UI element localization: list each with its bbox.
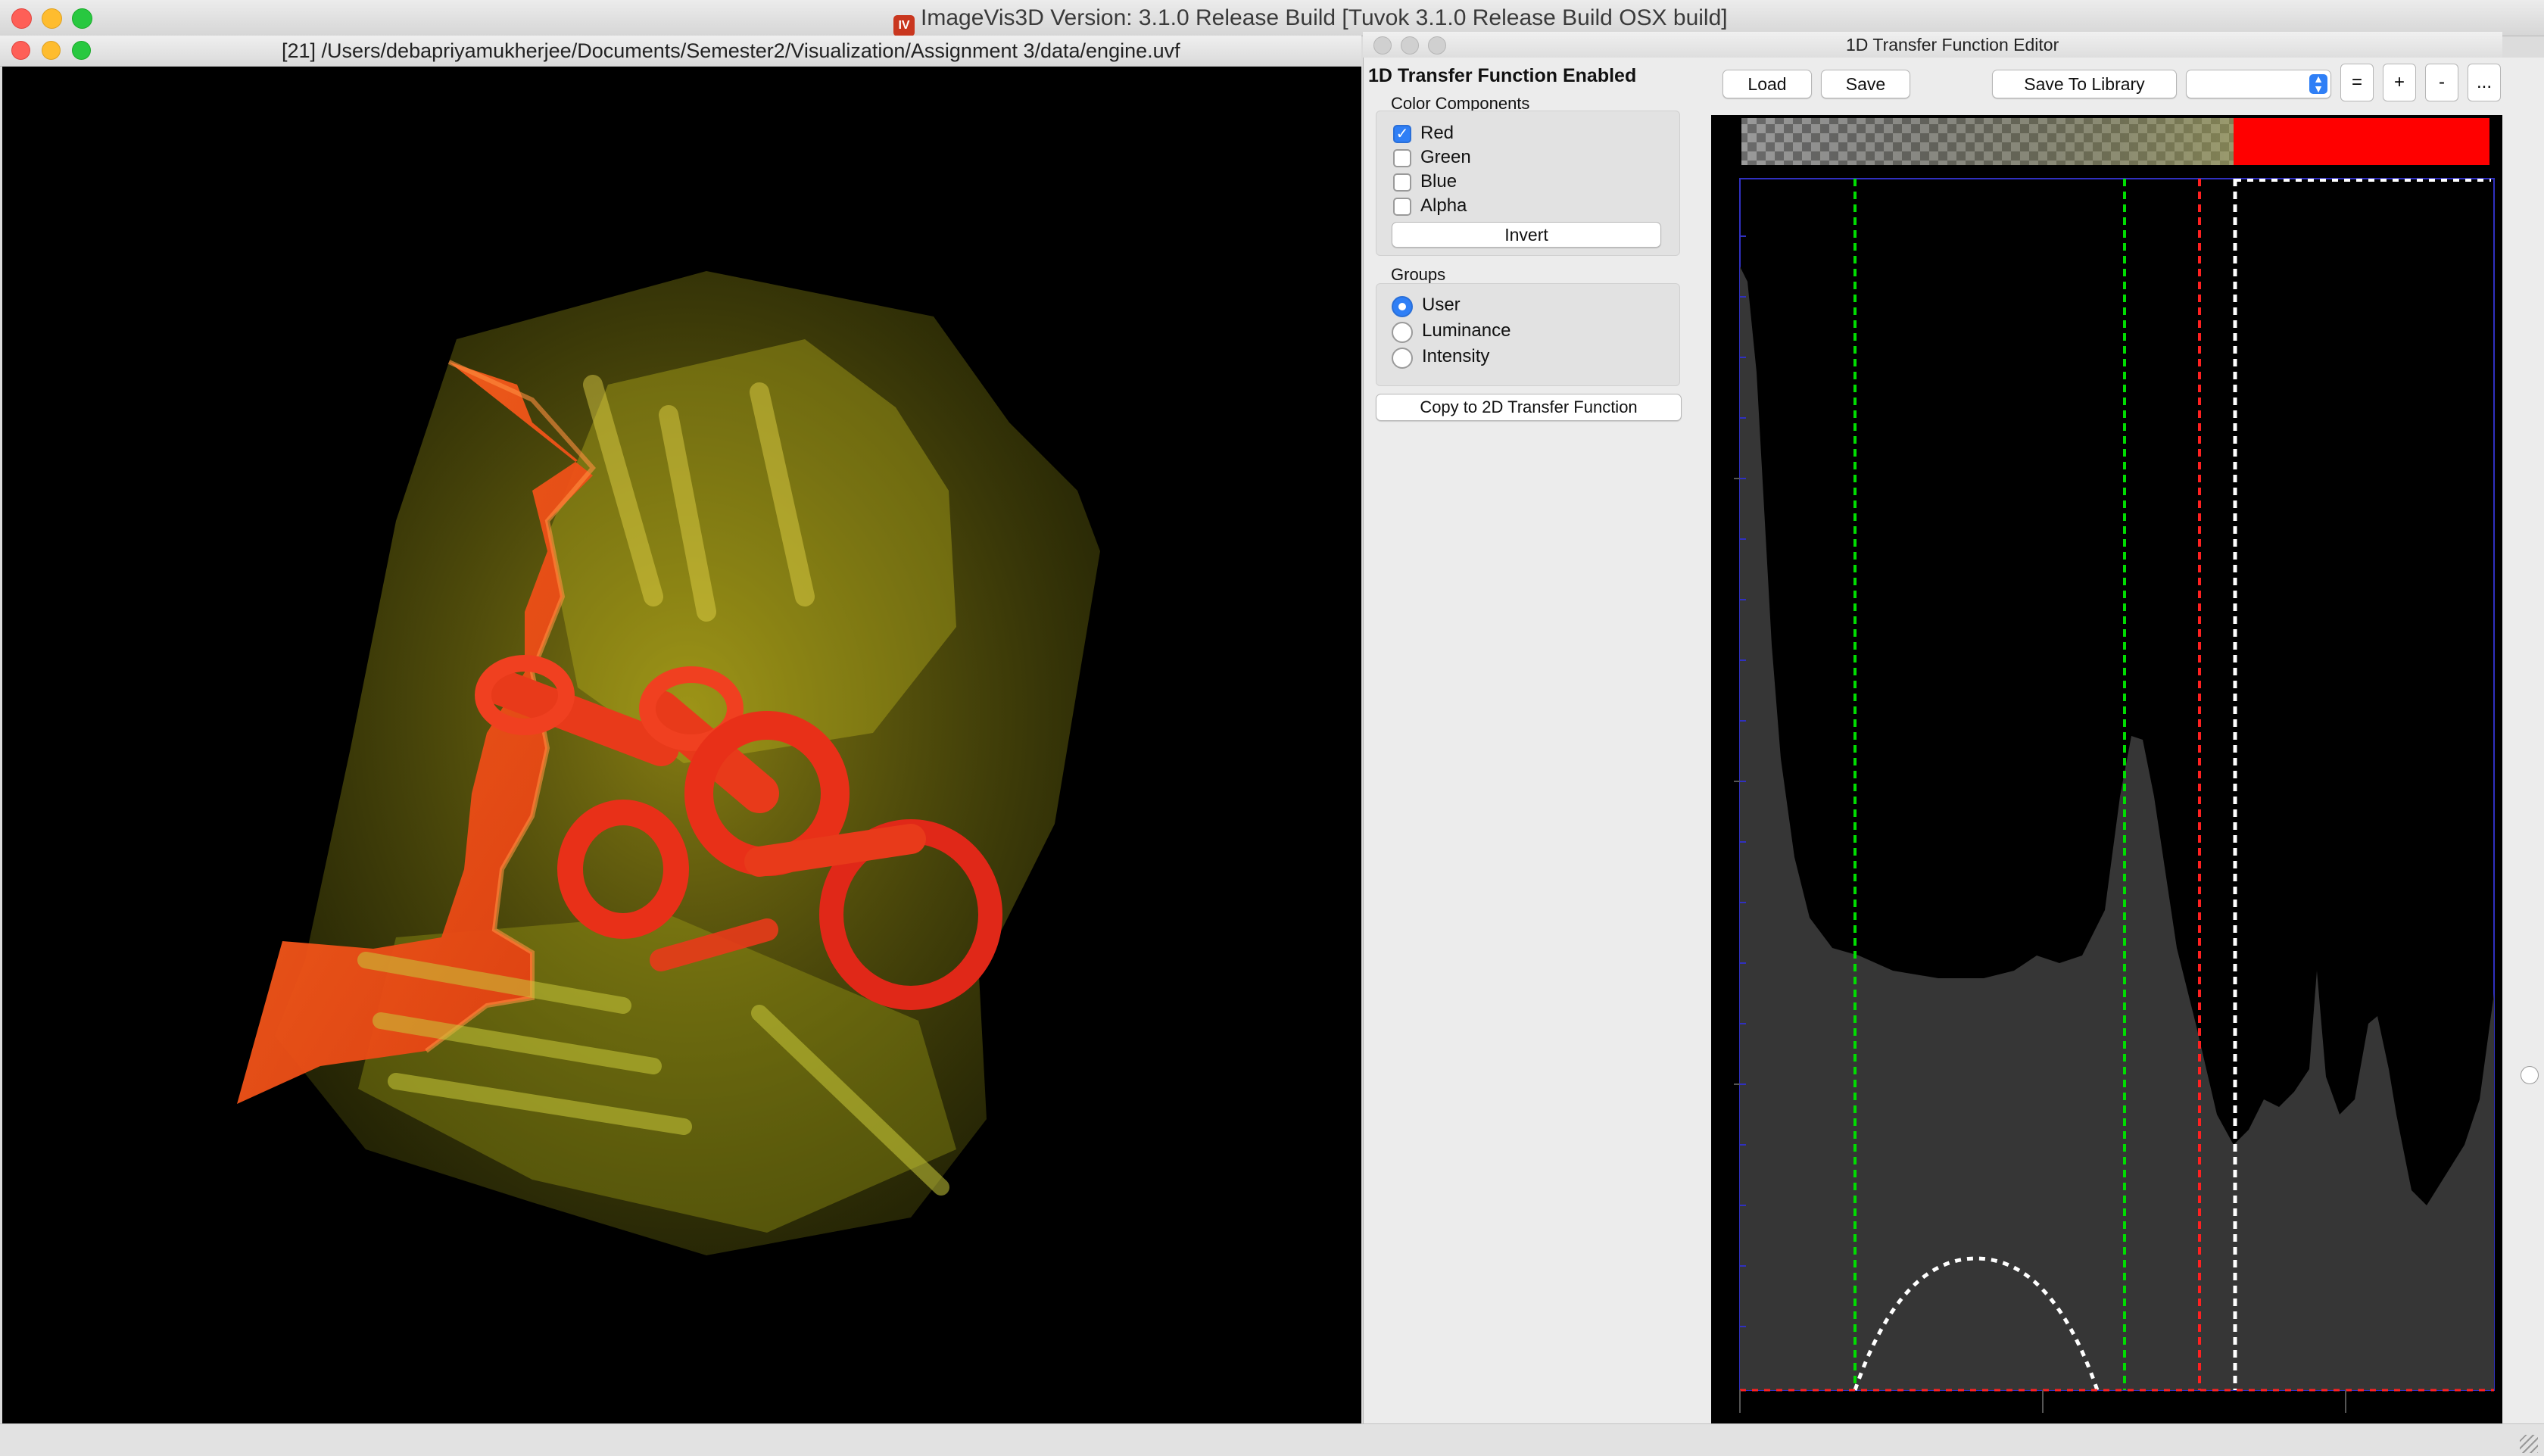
resize-handle-icon[interactable] — [2521, 1066, 2539, 1084]
editor-minimize-button[interactable] — [1401, 36, 1419, 55]
groups-group: User Luminance Intensity — [1376, 283, 1680, 386]
close-window-button[interactable] — [11, 8, 32, 29]
blue-checkbox[interactable] — [1393, 173, 1411, 192]
app-title: IV ImageVis3D Version: 3.1.0 Release Buil… — [893, 0, 1728, 36]
user-label: User — [1422, 295, 1461, 315]
plus-button[interactable]: + — [2383, 64, 2416, 101]
color-components-group: ✓ Red Green Blue Alpha Invert — [1376, 111, 1680, 256]
equal-button[interactable]: = — [2340, 64, 2374, 101]
red-checkbox[interactable]: ✓ — [1393, 125, 1411, 143]
transfer-function-canvas[interactable] — [1711, 115, 2506, 1423]
render-window-titlebar: [21] /Users/debapriyamukherjee/Documents… — [0, 36, 1361, 67]
save-button[interactable]: Save — [1821, 70, 1910, 98]
intensity-histogram — [1740, 267, 2494, 1390]
intensity-radio[interactable] — [1392, 348, 1413, 369]
editor-right-margin — [2502, 58, 2544, 1423]
minus-button[interactable]: - — [2425, 64, 2458, 101]
tf-colorbar-tint — [1741, 118, 2234, 165]
red-label: Red — [1420, 123, 1454, 143]
window-resize-grip-icon[interactable] — [2520, 1435, 2538, 1453]
save-to-library-button[interactable]: Save To Library — [1992, 70, 2177, 98]
load-button[interactable]: Load — [1722, 70, 1812, 98]
render-zoom-button[interactable] — [72, 41, 91, 60]
alpha-label: Alpha — [1420, 195, 1467, 216]
luminance-radio[interactable] — [1392, 322, 1413, 343]
render-close-button[interactable] — [11, 41, 30, 60]
tf-editor-title: 1D Transfer Function Editor — [1846, 35, 2059, 55]
volume-render-view[interactable] — [2, 67, 1361, 1423]
more-button[interactable]: ... — [2468, 64, 2501, 101]
tf-status-label: 1D Transfer Function Enabled — [1368, 65, 1637, 86]
select-chevron-icon: ▲ ▼ — [2309, 73, 2327, 94]
editor-close-button[interactable] — [1373, 36, 1392, 55]
editor-zoom-button[interactable] — [1428, 36, 1446, 55]
minimize-window-button[interactable] — [42, 8, 62, 29]
status-bar — [0, 1423, 2544, 1456]
render-minimize-button[interactable] — [42, 41, 61, 60]
library-select[interactable]: ▲ ▼ — [2186, 70, 2331, 98]
tf-colorbar-red-region — [2234, 118, 2489, 165]
blue-label: Blue — [1420, 171, 1458, 192]
invert-button[interactable]: Invert — [1392, 222, 1661, 248]
app-logo-icon: IV — [893, 15, 915, 36]
luminance-label: Luminance — [1422, 320, 1511, 341]
copy-to-2d-button[interactable]: Copy to 2D Transfer Function — [1376, 394, 1682, 421]
tf-editor-titlebar: 1D Transfer Function Editor — [1363, 32, 2502, 58]
tf-graph — [1734, 118, 2495, 1413]
main-titlebar: IV ImageVis3D Version: 3.1.0 Release Buil… — [0, 0, 2544, 36]
engine-volume-rendering — [237, 271, 1100, 1255]
green-label: Green — [1420, 147, 1471, 167]
zoom-window-button[interactable] — [72, 8, 92, 29]
groups-heading: Groups — [1391, 265, 1446, 284]
green-checkbox[interactable] — [1393, 149, 1411, 167]
intensity-label: Intensity — [1422, 346, 1490, 366]
render-window-title: [21] /Users/debapriyamukherjee/Documents… — [282, 39, 1180, 62]
app-title-text: ImageVis3D Version: 3.1.0 Release Build … — [921, 5, 1728, 30]
alpha-checkbox[interactable] — [1393, 198, 1411, 216]
user-radio[interactable] — [1392, 296, 1413, 317]
